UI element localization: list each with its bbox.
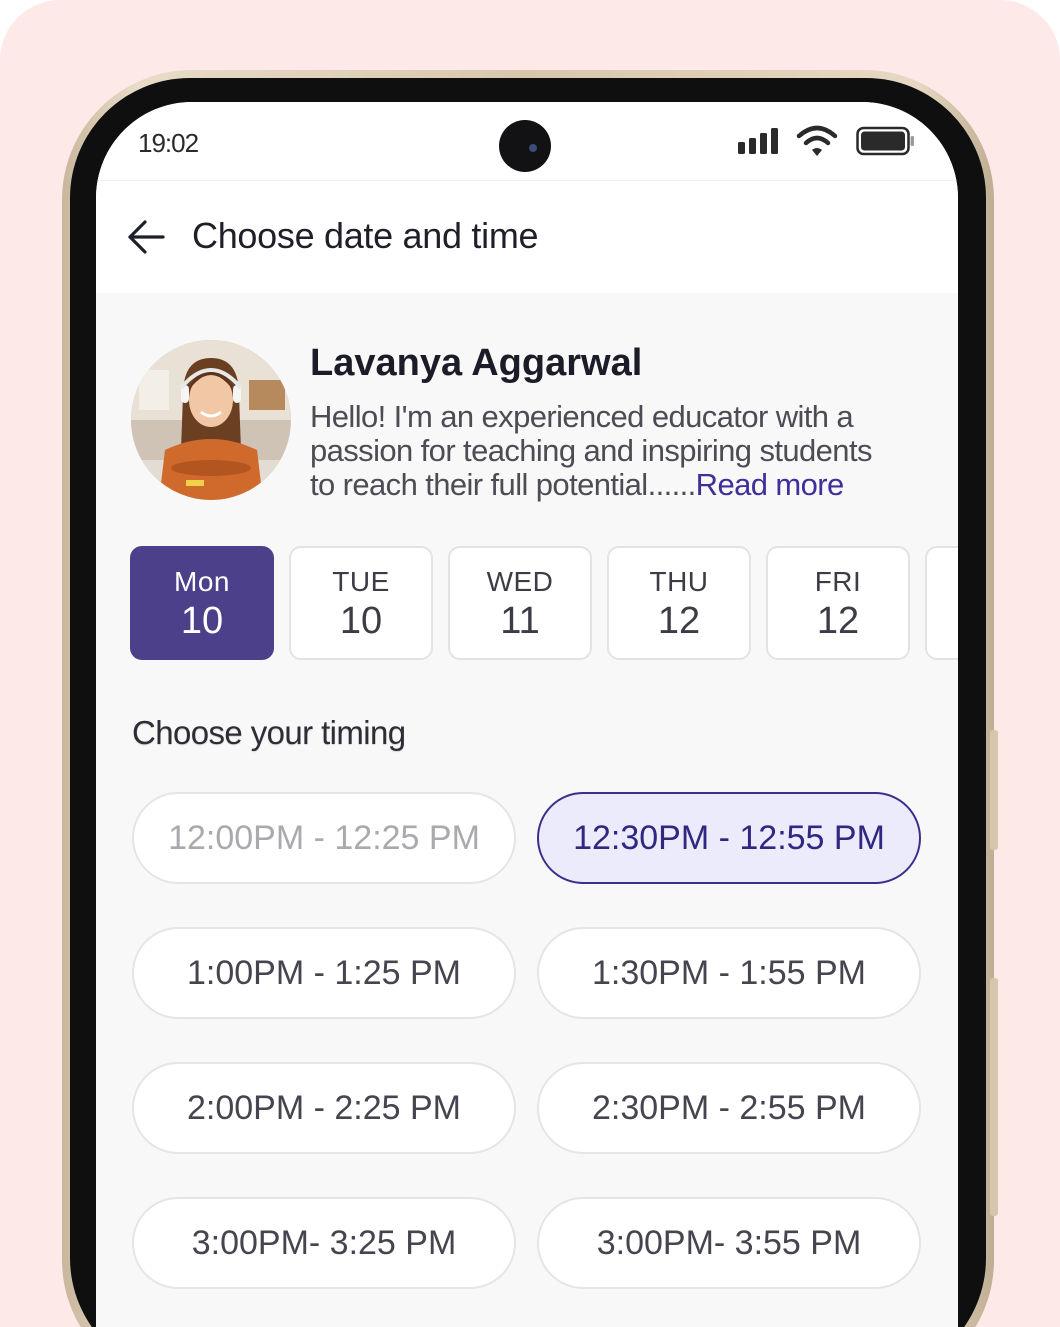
- time-slot[interactable]: 2:30PM - 2:55 PM: [537, 1062, 921, 1154]
- status-bar: 19:02: [96, 102, 958, 180]
- power-button: [990, 978, 998, 1216]
- educator-bio: Hello! I'm an experienced educator with …: [310, 400, 930, 502]
- volume-button: [990, 730, 998, 850]
- educator-avatar: [131, 340, 291, 500]
- back-arrow-icon[interactable]: [126, 217, 166, 257]
- bio-line: to reach their full potential......Read …: [310, 468, 930, 502]
- signal-icon: [738, 128, 778, 154]
- day-date: 12: [657, 600, 701, 642]
- day-name: FRI: [814, 566, 862, 597]
- bio-line-text: to reach their full potential......: [310, 467, 696, 502]
- phone-screen: 19:02 Choose date and time Lavanya Aggar…: [96, 102, 958, 1327]
- day-chip-wed[interactable]: WED 11: [448, 546, 592, 660]
- day-name: TUE: [332, 566, 390, 597]
- bio-line: passion for teaching and inspiring stude…: [310, 433, 872, 468]
- educator-photo: [131, 340, 291, 500]
- timing-heading: Choose your timing: [132, 714, 406, 751]
- day-date: 12: [816, 600, 860, 642]
- time-slot[interactable]: 1:30PM - 1:55 PM: [537, 927, 921, 1019]
- time-slot[interactable]: 3:00PM- 3:55 PM: [537, 1197, 921, 1289]
- day-date: 11: [500, 600, 540, 642]
- time-slot[interactable]: 2:00PM - 2:25 PM: [132, 1062, 516, 1154]
- day-name: WED: [486, 566, 554, 597]
- day-chip-partial[interactable]: [925, 546, 958, 660]
- day-chip-fri[interactable]: FRI 12: [766, 546, 910, 660]
- time-slot[interactable]: 12:00PM - 12:25 PM: [132, 792, 516, 884]
- day-chip-tue[interactable]: TUE 10: [289, 546, 433, 660]
- time-slot-selected[interactable]: 12:30PM - 12:55 PM: [537, 792, 921, 884]
- day-date: 10: [339, 600, 383, 642]
- wifi-icon: [796, 125, 838, 156]
- read-more-link[interactable]: Read more: [696, 467, 845, 502]
- status-time: 19:02: [138, 128, 199, 158]
- app-header: Choose date and time: [96, 180, 958, 293]
- day-name: Mon: [174, 566, 230, 597]
- front-camera: [499, 120, 551, 172]
- educator-name: Lavanya Aggarwal: [310, 342, 643, 384]
- page-background: 19:02 Choose date and time Lavanya Aggar…: [0, 0, 1060, 1327]
- battery-icon: [856, 126, 914, 156]
- bio-line: Hello! I'm an experienced educator with …: [310, 399, 854, 434]
- day-date: 10: [180, 600, 224, 642]
- day-chip-mon[interactable]: Mon 10: [130, 546, 274, 660]
- day-selector: Mon 10 TUE 10 WED 11 THU 12 FRI 12: [130, 546, 958, 664]
- page-title: Choose date and time: [192, 215, 539, 256]
- time-slot[interactable]: 3:00PM- 3:25 PM: [132, 1197, 516, 1289]
- day-chip-thu[interactable]: THU 12: [607, 546, 751, 660]
- time-slot[interactable]: 1:00PM - 1:25 PM: [132, 927, 516, 1019]
- day-name: THU: [649, 566, 709, 597]
